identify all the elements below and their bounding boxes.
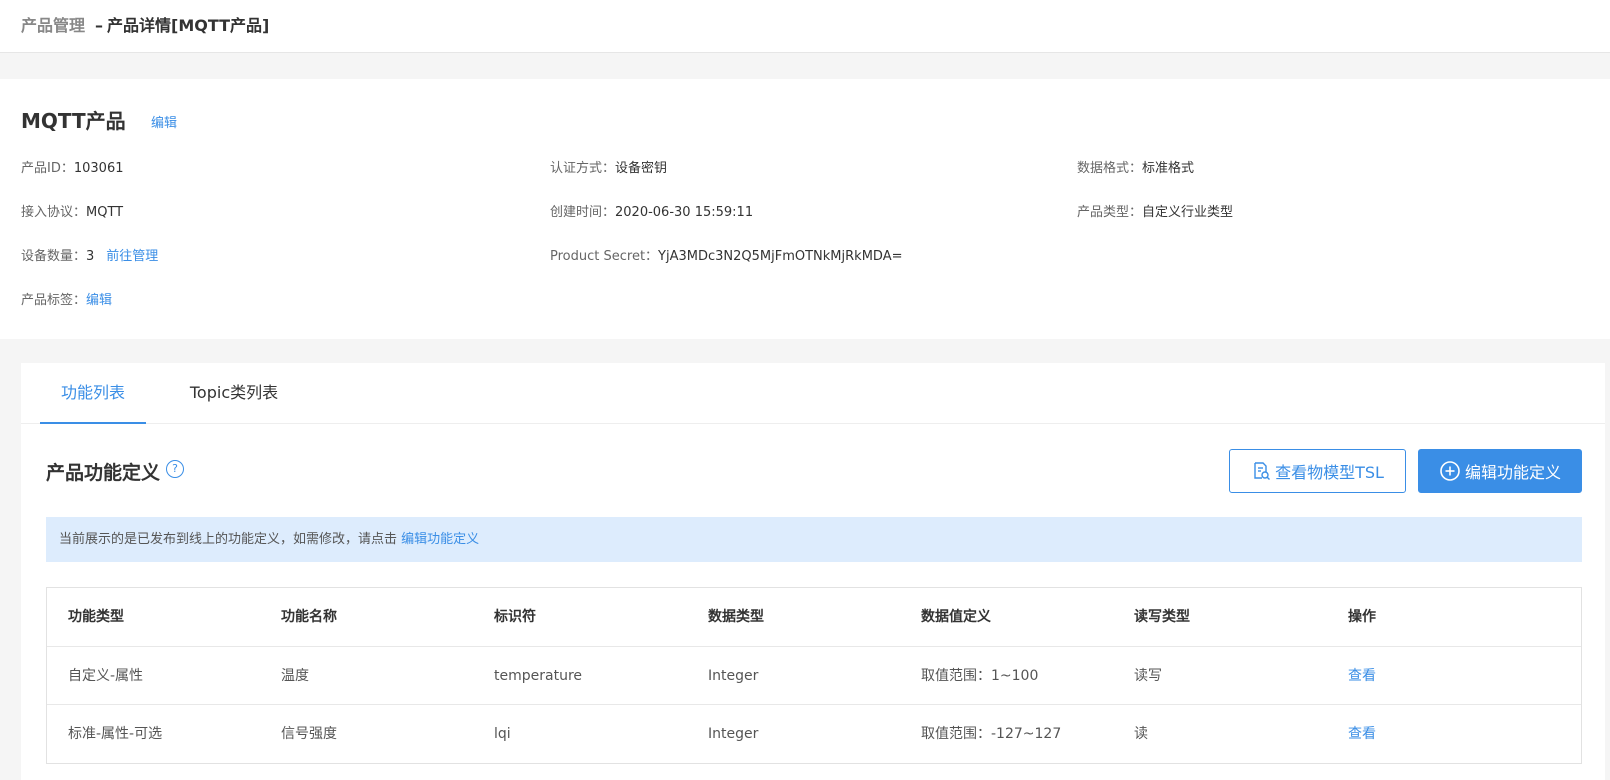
breadcrumb-separator: – [95, 16, 104, 35]
field-value: 自定义行业类型 [1142, 205, 1234, 220]
field-value: 设备密钥 [615, 161, 668, 176]
cell-data-type: Integer [708, 726, 759, 742]
field-value: YjA3MDc3N2Q5MjFmOTNkMjRkMDA= [658, 249, 903, 264]
header-identifier: 标识符 [494, 609, 536, 625]
field-label: Product Secret： [550, 249, 659, 264]
cell-function-name: 温度 [281, 668, 309, 684]
plus-circle-icon [1440, 461, 1460, 481]
header-value-definition: 数据值定义 [921, 609, 991, 625]
document-search-icon [1254, 462, 1271, 480]
field-product-secret: Product Secret：YjA3MDc3N2Q5MjFmOTNkMjRkM… [550, 245, 902, 264]
tab-function-list[interactable]: 功能列表 [40, 363, 146, 424]
field-value: 2020-06-30 15:59:11 [615, 205, 754, 220]
header-function-type: 功能类型 [68, 609, 124, 625]
manage-devices-link[interactable]: 前往管理 [106, 249, 158, 264]
edit-function-definition-label: 编辑功能定义 [1464, 463, 1561, 482]
view-link[interactable]: 查看 [1348, 705, 1376, 763]
tab-topic-list[interactable]: Topic类列表 [181, 363, 287, 424]
breadcrumb: 产品管理 – 产品详情[MQTT产品] [21, 12, 269, 36]
cell-value-definition: 取值范围：-127~127 [921, 726, 1062, 742]
field-protocol: 接入协议：MQTT [21, 201, 123, 220]
field-data-format: 数据格式：标准格式 [1077, 157, 1194, 176]
header-rw-type: 读写类型 [1134, 609, 1190, 625]
cell-identifier: lqi [494, 726, 511, 742]
section-title: 产品功能定义 [46, 462, 161, 484]
field-value: 标准格式 [1142, 161, 1195, 176]
table-header-row: 功能类型 功能名称 标识符 数据类型 数据值定义 读写类型 操作 [47, 588, 1581, 646]
view-tsl-label: 查看物模型TSL [1275, 463, 1384, 482]
field-label: 接入协议： [21, 205, 87, 220]
cell-function-type: 标准-属性-可选 [68, 726, 163, 742]
breadcrumb-current: 产品详情[MQTT产品] [107, 16, 270, 35]
header-function-name: 功能名称 [281, 609, 337, 625]
field-created-time: 创建时间：2020-06-30 15:59:11 [550, 201, 753, 220]
cell-identifier: temperature [494, 668, 582, 684]
field-label: 数据格式： [1077, 161, 1143, 176]
function-card: 功能列表 Topic类列表 产品功能定义 ? 查看物模型TSL 编辑功能定义 当… [21, 363, 1605, 780]
cell-function-type: 自定义-属性 [68, 668, 144, 684]
edit-tags-link[interactable]: 编辑 [86, 293, 112, 308]
cell-data-type: Integer [708, 668, 759, 684]
cell-rw-type: 读写 [1134, 668, 1162, 684]
notice-edit-link[interactable]: 编辑功能定义 [401, 532, 479, 547]
field-product-type: 产品类型：自定义行业类型 [1077, 201, 1233, 220]
field-tags: 产品标签：编辑 [21, 289, 112, 308]
cell-rw-type: 读 [1134, 726, 1148, 742]
cell-value-definition: 取值范围：1~100 [921, 668, 1039, 684]
edit-function-definition-button[interactable]: 编辑功能定义 [1418, 449, 1582, 493]
notice-banner: 当前展示的是已发布到线上的功能定义，如需修改，请点击 编辑功能定义 [46, 517, 1582, 562]
field-value: MQTT [86, 205, 124, 220]
question-circle-icon[interactable]: ? [166, 460, 184, 478]
function-table: 功能类型 功能名称 标识符 数据类型 数据值定义 读写类型 操作 自定义-属性 … [46, 587, 1582, 764]
view-link[interactable]: 查看 [1348, 647, 1376, 705]
field-label: 产品标签： [21, 293, 87, 308]
top-bar: 产品管理 – 产品详情[MQTT产品] [0, 0, 1610, 53]
field-value: 103061 [73, 161, 124, 176]
field-label: 产品ID： [21, 161, 74, 176]
view-tsl-button[interactable]: 查看物模型TSL [1229, 449, 1406, 493]
cell-function-name: 信号强度 [281, 726, 337, 742]
table-row: 自定义-属性 温度 temperature Integer 取值范围：1~100… [47, 646, 1581, 704]
field-value: 3 [86, 249, 95, 264]
field-auth-method: 认证方式：设备密钥 [550, 157, 667, 176]
field-label: 创建时间： [550, 205, 616, 220]
field-label: 设备数量： [21, 249, 87, 264]
field-device-count: 设备数量：3 前往管理 [21, 245, 158, 264]
edit-product-link[interactable]: 编辑 [151, 112, 177, 131]
tab-bar: 功能列表 Topic类列表 [21, 363, 1605, 424]
product-info-panel: MQTT产品 编辑 产品ID：103061 认证方式：设备密钥 数据格式：标准格… [0, 79, 1610, 339]
field-label: 认证方式： [550, 161, 616, 176]
header-actions: 操作 [1348, 609, 1376, 625]
product-title: MQTT产品 [21, 109, 126, 133]
header-data-type: 数据类型 [708, 609, 764, 625]
field-label: 产品类型： [1077, 205, 1143, 220]
breadcrumb-root[interactable]: 产品管理 [21, 16, 85, 35]
notice-text: 当前展示的是已发布到线上的功能定义，如需修改，请点击 [59, 532, 402, 547]
field-product-id: 产品ID：103061 [21, 157, 124, 176]
table-row: 标准-属性-可选 信号强度 lqi Integer 取值范围：-127~127 … [47, 704, 1581, 762]
